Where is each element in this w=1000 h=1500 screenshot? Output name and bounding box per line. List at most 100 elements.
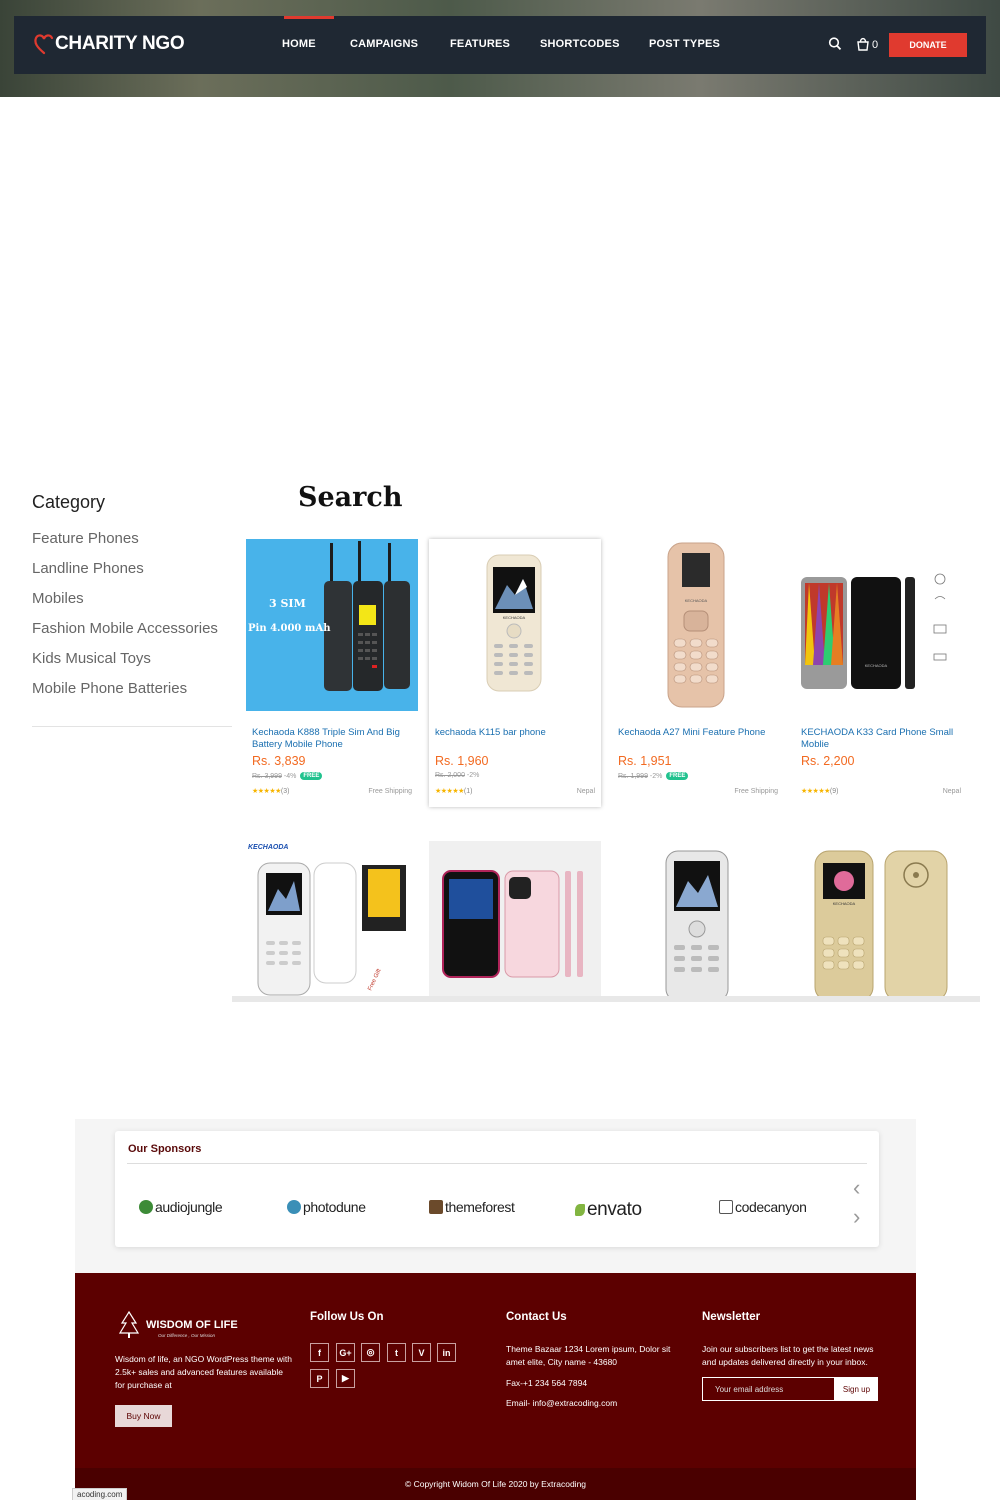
facebook-icon[interactable]: f xyxy=(310,1343,329,1362)
phone-brand-text: KECHAODA xyxy=(865,663,888,668)
product-image[interactable]: 3 SIM Pin 4.000 mAh xyxy=(246,539,418,711)
product-image[interactable] xyxy=(612,841,784,996)
heart-logo-icon xyxy=(34,34,54,55)
footer-about: Wisdom of life, an NGO WordPress theme w… xyxy=(115,1354,292,1390)
contact-address: Theme Bazaar 1234 Lorem ipsum, Dolor sit… xyxy=(506,1344,671,1367)
sponsor-photodune[interactable]: photodune xyxy=(287,1199,366,1215)
phone-brand-text: KECHAODA xyxy=(685,598,708,603)
product-image[interactable]: KECHAODA xyxy=(795,841,967,996)
rating-stars: ★★★★★(3) xyxy=(252,788,290,795)
sponsor-audiojungle[interactable]: audiojungle xyxy=(139,1199,223,1215)
contact-title: Contact Us xyxy=(506,1311,567,1323)
origin-label: Nepal xyxy=(942,788,961,795)
product-grid-scroll-edge xyxy=(232,996,980,1002)
product-name[interactable]: Kechaoda K888 Triple Sim And Big Battery… xyxy=(252,727,412,751)
shipping-label: Free Shipping xyxy=(734,788,778,795)
youtube-icon[interactable]: ▶ xyxy=(336,1369,355,1388)
nav-features[interactable]: FEATURES xyxy=(450,38,510,50)
product-image[interactable]: KECHAODA xyxy=(795,539,967,711)
sponsor-envato[interactable]: envato xyxy=(575,1199,642,1221)
category-fashion-accessories[interactable]: Fashion Mobile Accessories xyxy=(32,620,218,637)
donate-button[interactable]: DONATE xyxy=(889,33,967,57)
phone-brand-text: KECHAODA xyxy=(833,901,856,906)
newsletter-title: Newsletter xyxy=(702,1311,761,1323)
nav-shortcodes[interactable]: SHORTCODES xyxy=(540,38,620,50)
product-original-price: Rs. 1,999 -2% FREE xyxy=(618,772,689,780)
linkedin-icon[interactable]: in xyxy=(437,1343,456,1362)
category-mobiles[interactable]: Mobiles xyxy=(32,590,84,607)
product-price: Rs. 1,951 xyxy=(618,754,672,768)
product-image[interactable]: KECHAODA xyxy=(429,539,601,711)
copyright-bar: © Copyright Widom Of Life 2020 by Extrac… xyxy=(75,1468,916,1500)
free-shipping-badge: FREE xyxy=(666,772,689,780)
carousel-next-icon[interactable]: › xyxy=(853,1206,860,1228)
category-landline-phones[interactable]: Landline Phones xyxy=(32,560,144,577)
product-card[interactable]: 3 SIM Pin 4.000 mAh Kechaoda K888 Triple… xyxy=(246,539,418,807)
product-image[interactable] xyxy=(429,841,601,996)
search-heading: Search xyxy=(298,482,403,513)
nav-home[interactable]: HOME xyxy=(282,38,316,50)
copyright-text: © Copyright Widom Of Life 2020 by Extrac… xyxy=(404,1479,587,1489)
sponsors-box: Our Sponsors audiojungle photodune theme… xyxy=(115,1131,879,1247)
product-card[interactable]: KECHAODA Free Gift xyxy=(246,841,418,996)
main-navbar: CHARITY NGO HOME CAMPAIGNS FEATURES SHOR… xyxy=(14,16,986,74)
product-original-price: Rs. 2,000 -2% xyxy=(435,772,480,779)
product-card[interactable]: KECHAODA Kechaoda A27 Mini Feature Phone… xyxy=(612,539,784,807)
category-feature-phones[interactable]: Feature Phones xyxy=(32,530,139,547)
search-icon[interactable] xyxy=(828,36,842,52)
product-price: Rs. 2,200 xyxy=(801,754,855,768)
sponsors-divider xyxy=(127,1163,867,1164)
product-card[interactable]: KECHAODA kechaoda K115 bar phone Rs. 1,9… xyxy=(429,539,601,807)
phone-brand-text: KECHAODA xyxy=(503,615,526,620)
product-price: Rs. 3,839 xyxy=(252,754,306,768)
newsletter-text: Join our subscribers list to get the lat… xyxy=(702,1344,874,1367)
newsletter-email-input[interactable]: Your email address xyxy=(702,1377,835,1401)
product-image[interactable]: KECHAODA xyxy=(612,539,784,711)
site-logo[interactable]: CHARITY NGO xyxy=(34,33,185,55)
vimeo-icon[interactable]: V xyxy=(412,1343,431,1362)
product-card[interactable]: KECHAODA KECHAODA K33 Card Phone Small M… xyxy=(795,539,967,807)
google-plus-icon[interactable]: G+ xyxy=(336,1343,355,1362)
product-card[interactable] xyxy=(612,841,784,996)
photodune-icon xyxy=(287,1200,301,1214)
sponsors-title: Our Sponsors xyxy=(128,1143,202,1155)
category-batteries[interactable]: Mobile Phone Batteries xyxy=(32,680,187,697)
twitter-icon[interactable]: t xyxy=(387,1343,406,1362)
product-name[interactable]: KECHAODA K33 Card Phone Small Moblie xyxy=(801,727,961,751)
product-card[interactable]: KECHAODA xyxy=(795,841,967,996)
product-name[interactable]: kechaoda K115 bar phone xyxy=(435,727,595,739)
buy-now-button[interactable]: Buy Now xyxy=(115,1405,172,1427)
instagram-icon[interactable]: ◎ xyxy=(361,1343,380,1362)
cart-icon[interactable] xyxy=(856,36,870,52)
contact-fax: Fax-+1 234 564 7894 xyxy=(506,1378,588,1388)
origin-label: Nepal xyxy=(576,788,595,795)
kechaoda-brand-logo: KECHAODA xyxy=(248,844,288,851)
free-shipping-badge: FREE xyxy=(300,772,323,780)
codecanyon-icon xyxy=(719,1200,733,1214)
product-original-price: Rs. 3,999 -4% FREE xyxy=(252,772,323,780)
nav-post-types[interactable]: POST TYPES xyxy=(649,38,720,50)
audiojungle-icon xyxy=(139,1200,153,1214)
carousel-prev-icon[interactable]: ‹ xyxy=(853,1177,860,1199)
category-kids-toys[interactable]: Kids Musical Toys xyxy=(32,650,151,667)
pinterest-icon[interactable]: P xyxy=(310,1369,329,1388)
logo-text: CHARITY NGO xyxy=(55,33,185,54)
contact-email[interactable]: Email- info@extracoding.com xyxy=(506,1397,617,1410)
product-name[interactable]: Kechaoda A27 Mini Feature Phone xyxy=(618,727,778,739)
newsletter-signup-button[interactable]: Sign up xyxy=(835,1377,878,1401)
nav-campaigns[interactable]: CAMPAIGNS xyxy=(350,38,418,50)
nav-active-indicator xyxy=(284,16,334,19)
footer: WISDOM OF LIFE Our Difference , Our Miss… xyxy=(75,1273,916,1468)
sponsor-themeforest[interactable]: themeforest xyxy=(429,1199,515,1215)
sponsor-codecanyon[interactable]: codecanyon xyxy=(719,1199,807,1215)
image-caption-battery: Pin 4.000 mAh xyxy=(248,623,331,634)
svg-text:Free Gift: Free Gift xyxy=(367,968,382,992)
product-card[interactable] xyxy=(429,841,601,996)
product-image[interactable]: KECHAODA Free Gift xyxy=(246,841,418,996)
image-caption-sim: 3 SIM xyxy=(269,597,306,610)
shipping-label: Free Shipping xyxy=(368,788,412,795)
category-divider xyxy=(32,726,232,727)
tree-logo-icon xyxy=(119,1311,139,1338)
envato-leaf-icon xyxy=(575,1204,585,1216)
footer-logo-text: WISDOM OF LIFE xyxy=(146,1319,238,1331)
